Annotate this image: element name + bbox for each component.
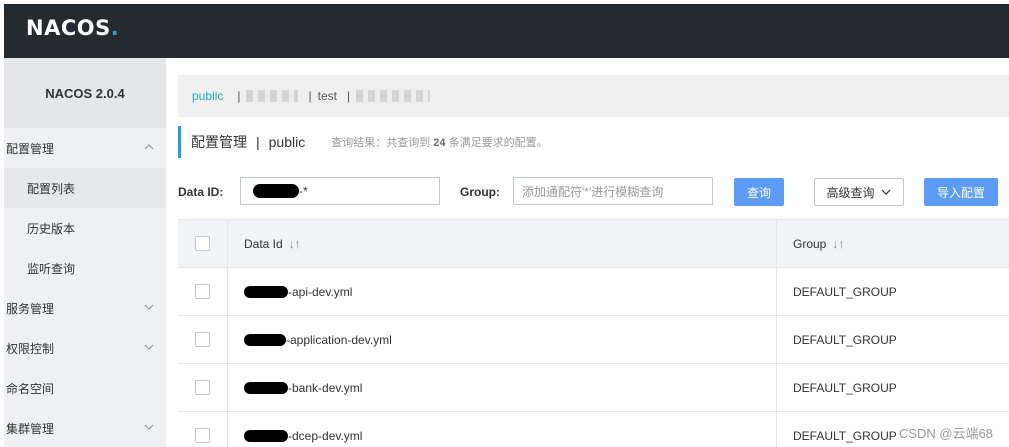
sidebar-item-label: 配置列表 (27, 181, 76, 196)
table-header-row: Data Id ↓↑ Group ↓↑ (178, 220, 1009, 268)
advanced-query-button[interactable]: 高级查询 (814, 178, 904, 206)
sort-icon[interactable]: ↓↑ (832, 237, 844, 251)
sidebar-group-label: 配置管理 (6, 141, 55, 156)
sidebar-version: NACOS 2.0.4 (4, 58, 166, 128)
table-row: -application-dev.yml DEFAULT_GROUP (178, 316, 1009, 364)
column-header-group[interactable]: Group ↓↑ (777, 220, 1009, 267)
logo-dot: . (110, 16, 119, 40)
column-header-data-id[interactable]: Data Id ↓↑ (228, 220, 777, 267)
row-checkbox[interactable] (195, 332, 210, 347)
group-cell: DEFAULT_GROUP (793, 332, 897, 347)
namespace-tab-test[interactable]: test (318, 89, 337, 103)
sidebar-group-namespace[interactable]: 命名空间 (4, 368, 166, 408)
redaction-mark (244, 285, 288, 298)
sidebar-group-label: 集群管理 (6, 421, 55, 436)
query-button[interactable]: 查询 (734, 178, 784, 206)
logo-text: NACOS (26, 16, 111, 40)
data-id-text[interactable]: -dcep-dev.yml (288, 429, 362, 443)
data-id-label: Data ID: (178, 185, 224, 199)
chevron-up-icon (144, 144, 154, 150)
namespace-separator: | (237, 89, 241, 103)
group-input[interactable]: 添加通配符'*'进行模糊查询 (513, 177, 713, 205)
sidebar-group-cluster[interactable]: 集群管理 (4, 408, 166, 447)
sidebar-item-listener-query[interactable]: 监听查询 (4, 248, 166, 288)
chevron-down-icon (881, 189, 890, 195)
sidebar-group-label: 服务管理 (6, 301, 55, 316)
sidebar: NACOS 2.0.4 配置管理 配置列表 历史版本 监听查询 服务管理 权限控… (4, 58, 166, 447)
redaction-mark (244, 381, 288, 394)
page-header: 配置管理 | public 查询结果：共查询到 24 条满足要求的配置。 (178, 126, 548, 158)
watermark-text: CSDN @云端68 (898, 426, 993, 441)
redaction-mark (244, 333, 286, 346)
page-title: 配置管理 (191, 134, 247, 150)
row-checkbox[interactable] (195, 428, 210, 443)
namespace-tab-public[interactable]: public (192, 89, 223, 103)
sidebar-group-label: 命名空间 (6, 381, 55, 396)
table-row: -bank-dev.yml DEFAULT_GROUP (178, 364, 1009, 412)
data-id-text[interactable]: -bank-dev.yml (288, 381, 362, 395)
row-checkbox[interactable] (195, 284, 210, 299)
data-id-text[interactable]: -application-dev.yml (286, 333, 392, 347)
data-id-cell: -bank-dev.yml (228, 364, 777, 411)
column-header-label: Group (793, 236, 827, 251)
row-checkbox-cell (178, 412, 228, 447)
sort-icon[interactable]: ↓↑ (289, 237, 301, 251)
query-result-text: 查询结果：共查询到 24 条满足要求的配置。 (331, 134, 547, 150)
sidebar-group-service[interactable]: 服务管理 (4, 288, 166, 328)
row-checkbox[interactable] (195, 380, 210, 395)
sidebar-group-config[interactable]: 配置管理 (4, 128, 166, 168)
row-checkbox-cell (178, 364, 228, 411)
data-id-cell: -application-dev.yml (228, 316, 777, 363)
top-nav-bar: NACOS. (4, 4, 1009, 58)
sidebar-group-label: 权限控制 (6, 341, 55, 356)
sidebar-item-history[interactable]: 历史版本 (4, 208, 166, 248)
header-checkbox-cell (178, 220, 228, 267)
group-cell: DEFAULT_GROUP (793, 380, 897, 395)
page-title-separator: | (256, 134, 260, 150)
import-config-button[interactable]: 导入配置 (924, 178, 998, 206)
chevron-down-icon (144, 344, 154, 350)
namespace-tab-redacted[interactable] (246, 90, 299, 102)
data-id-text[interactable]: -api-dev.yml (288, 285, 352, 299)
namespace-separator: | (308, 89, 312, 103)
chevron-down-icon (144, 304, 154, 310)
page-namespace: public (268, 134, 306, 150)
data-id-cell: -api-dev.yml (228, 268, 777, 315)
result-suffix: 条满足要求的配置。 (448, 137, 548, 149)
data-id-input[interactable]: -* (240, 177, 440, 205)
row-checkbox-cell (178, 316, 228, 363)
search-row: Data ID: -* Group: 添加通配符'*'进行模糊查询 查询 高级查… (178, 176, 1009, 208)
data-id-value: -* (299, 184, 308, 198)
group-label: Group: (460, 185, 500, 199)
table-row: -dcep-dev.yml DEFAULT_GROUP (178, 412, 1009, 447)
sidebar-item-label: 历史版本 (27, 221, 76, 236)
select-all-checkbox[interactable] (195, 236, 210, 251)
row-checkbox-cell (178, 268, 228, 315)
namespace-separator: | (346, 89, 351, 103)
redaction-mark (253, 184, 299, 198)
redaction-mark (244, 429, 288, 442)
group-cell: DEFAULT_GROUP (793, 284, 897, 299)
sidebar-group-auth[interactable]: 权限控制 (4, 328, 166, 368)
result-prefix: 查询结果：共查询到 (331, 137, 431, 149)
sidebar-item-label: 监听查询 (27, 261, 76, 276)
namespace-tab-redacted[interactable] (356, 90, 431, 102)
nacos-logo[interactable]: NACOS. (26, 16, 119, 40)
column-header-label: Data Id (244, 236, 283, 251)
result-count: 24 (433, 137, 446, 149)
config-table: Data Id ↓↑ Group ↓↑ -api-dev.yml DEFAULT_G… (178, 219, 1009, 447)
chevron-down-icon (144, 424, 154, 430)
advanced-query-label: 高级查询 (826, 185, 875, 200)
table-row: -api-dev.yml DEFAULT_GROUP (178, 268, 1009, 316)
sidebar-item-config-list[interactable]: 配置列表 (4, 168, 166, 208)
namespace-bar: public | | test | (178, 75, 1009, 117)
data-id-cell: -dcep-dev.yml (228, 412, 777, 447)
